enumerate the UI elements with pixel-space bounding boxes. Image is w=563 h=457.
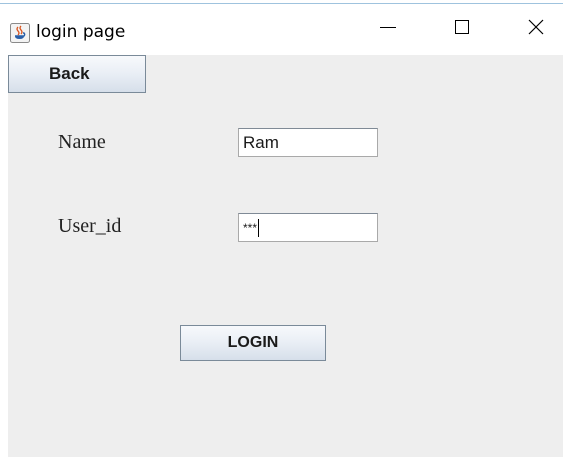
name-field[interactable]: Ram	[238, 128, 378, 157]
minimize-button[interactable]	[358, 4, 418, 54]
close-button[interactable]	[506, 4, 563, 54]
userid-field-value: ***	[243, 220, 258, 235]
name-field-value: Ram	[243, 132, 279, 152]
login-window: login page Back Name Ram User_id *** LOG…	[0, 0, 563, 457]
login-button[interactable]: LOGIN	[180, 325, 326, 361]
userid-label: User_id	[58, 215, 122, 237]
minimize-icon	[379, 18, 397, 41]
maximize-icon	[453, 18, 471, 41]
userid-password-field[interactable]: ***	[238, 213, 378, 242]
window-title: login page	[36, 22, 126, 42]
text-caret	[258, 218, 260, 237]
maximize-button[interactable]	[432, 4, 492, 54]
name-label: Name	[58, 131, 106, 153]
java-coffee-icon	[10, 23, 30, 43]
back-button[interactable]: Back	[8, 55, 146, 93]
close-icon	[527, 18, 545, 41]
content-panel: Back Name Ram User_id *** LOGIN	[8, 55, 563, 457]
